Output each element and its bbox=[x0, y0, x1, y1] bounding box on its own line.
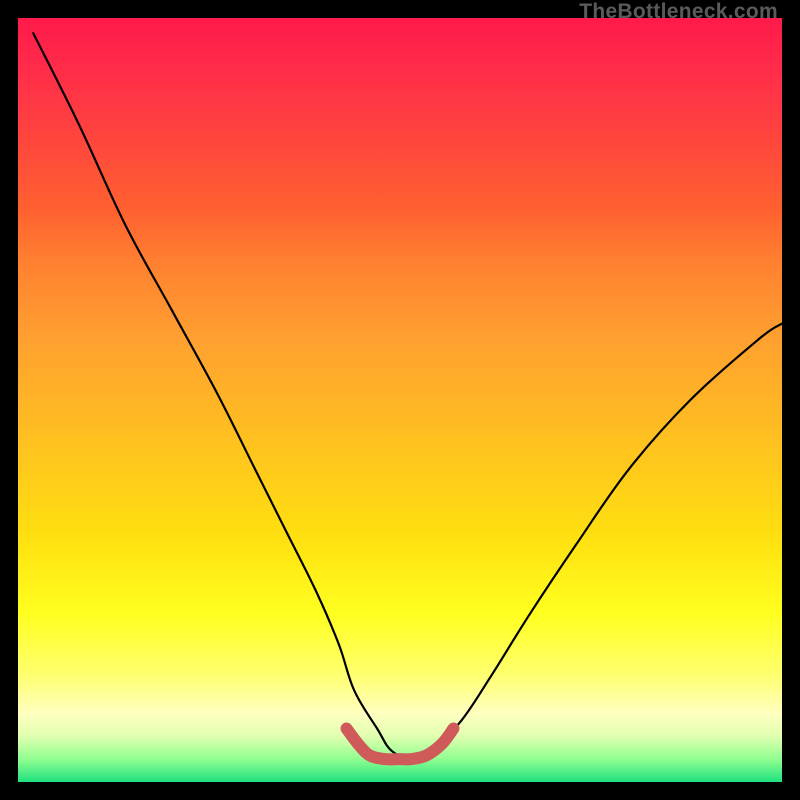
target-zone-curve bbox=[347, 729, 454, 760]
watermark-text: TheBottleneck.com bbox=[579, 0, 778, 24]
plot-area bbox=[18, 18, 782, 782]
chart-container: TheBottleneck.com bbox=[0, 0, 800, 800]
chart-svg bbox=[18, 18, 782, 782]
bottleneck-curve bbox=[33, 33, 782, 759]
